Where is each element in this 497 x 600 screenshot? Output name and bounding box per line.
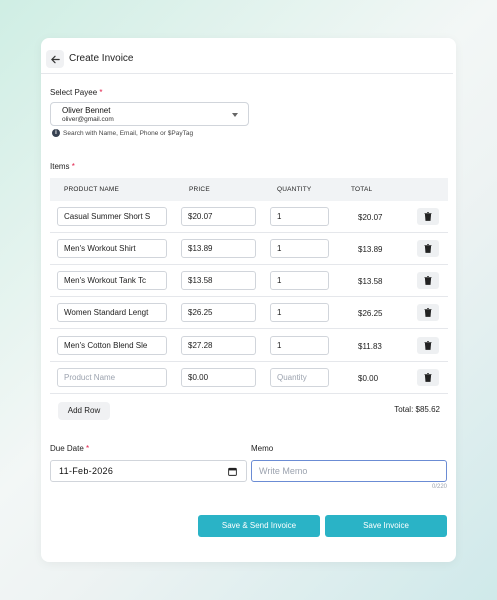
table-row: Men's Workout Tank Tc $13.58 1 $13.58 [50, 265, 448, 297]
memo-character-counter: 0/220 [431, 484, 447, 490]
add-row-button[interactable]: Add Row [58, 402, 110, 420]
product-name-input[interactable]: Product Name [57, 368, 167, 387]
memo-label: Memo [251, 444, 274, 453]
quantity-input[interactable]: Quantity [270, 368, 329, 387]
delete-row-button[interactable] [417, 337, 439, 354]
items-table-header: PRODUCT NAME PRICE QUANTITY TOTAL [50, 178, 448, 201]
arrow-left-icon [50, 55, 60, 63]
save-and-send-button[interactable]: Save & Send Invoice [198, 515, 320, 537]
delete-row-button[interactable] [417, 240, 439, 257]
quantity-input[interactable]: 1 [270, 207, 329, 226]
trash-icon [424, 276, 432, 285]
required-mark: * [86, 444, 90, 453]
price-input[interactable]: $0.00 [181, 368, 256, 387]
quantity-input[interactable]: 1 [270, 239, 329, 258]
row-total: $13.89 [358, 245, 383, 254]
delete-row-button[interactable] [417, 272, 439, 289]
row-total: $0.00 [358, 374, 379, 383]
info-icon: i [52, 129, 60, 137]
save-invoice-button[interactable]: Save Invoice [325, 515, 447, 537]
product-name-input[interactable]: Casual Summer Short S [57, 207, 167, 226]
quantity-input[interactable]: 1 [270, 303, 329, 322]
card-header: Create Invoice [41, 38, 453, 74]
delete-row-button[interactable] [417, 304, 439, 321]
trash-icon [424, 341, 432, 350]
items-label: Items * [50, 162, 75, 171]
row-total: $26.25 [358, 309, 383, 318]
price-input[interactable]: $27.28 [181, 336, 256, 355]
quantity-input[interactable]: 1 [270, 271, 329, 290]
trash-icon [424, 373, 432, 382]
row-total: $13.58 [358, 277, 383, 286]
quantity-input[interactable]: 1 [270, 336, 329, 355]
due-date-label: Due Date * [50, 444, 90, 453]
payee-name: Oliver Bennet [62, 106, 111, 115]
column-header-product: PRODUCT NAME [64, 186, 120, 193]
trash-icon [424, 244, 432, 253]
column-header-price: PRICE [189, 186, 210, 193]
payee-hint: i Search with Name, Email, Phone or $Pay… [52, 129, 193, 137]
page-title: Create Invoice [69, 53, 134, 64]
payee-label: Select Payee * [50, 88, 103, 97]
required-mark: * [99, 88, 103, 97]
due-date-input[interactable]: 11-Feb-2026 [50, 460, 247, 482]
row-total: $20.07 [358, 213, 383, 222]
column-header-quantity: QUANTITY [277, 186, 312, 193]
product-name-input[interactable]: Women Standard Lengt [57, 303, 167, 322]
calendar-icon[interactable] [228, 467, 237, 476]
trash-icon [424, 308, 432, 317]
payee-select[interactable]: Oliver Bennet oliver@gmail.com [50, 102, 249, 126]
table-row: Women Standard Lengt $26.25 1 $26.25 [50, 297, 448, 329]
row-total: $11.83 [358, 342, 382, 351]
price-input[interactable]: $13.89 [181, 239, 256, 258]
product-name-input[interactable]: Men's Workout Shirt [57, 239, 167, 258]
grand-total: Total: $85.62 [394, 405, 440, 414]
column-header-total: TOTAL [351, 186, 373, 193]
invoice-card: Create Invoice Select Payee * Oliver Ben… [41, 38, 456, 562]
table-row: Men's Cotton Blend Sle $27.28 1 $11.83 [50, 330, 448, 362]
product-name-input[interactable]: Men's Cotton Blend Sle [57, 336, 167, 355]
product-name-input[interactable]: Men's Workout Tank Tc [57, 271, 167, 290]
chevron-down-icon [232, 113, 238, 117]
price-input[interactable]: $26.25 [181, 303, 256, 322]
delete-row-button[interactable] [417, 208, 439, 225]
table-row: Casual Summer Short S $20.07 1 $20.07 [50, 201, 448, 233]
required-mark: * [71, 162, 75, 171]
payee-email: oliver@gmail.com [62, 116, 114, 123]
trash-icon [424, 212, 432, 221]
back-button[interactable] [46, 50, 64, 68]
price-input[interactable]: $13.58 [181, 271, 256, 290]
table-row-new: Product Name $0.00 Quantity $0.00 [50, 362, 448, 394]
delete-row-button[interactable] [417, 369, 439, 386]
price-input[interactable]: $20.07 [181, 207, 256, 226]
table-row: Men's Workout Shirt $13.89 1 $13.89 [50, 233, 448, 265]
memo-input[interactable]: Write Memo [251, 460, 447, 482]
